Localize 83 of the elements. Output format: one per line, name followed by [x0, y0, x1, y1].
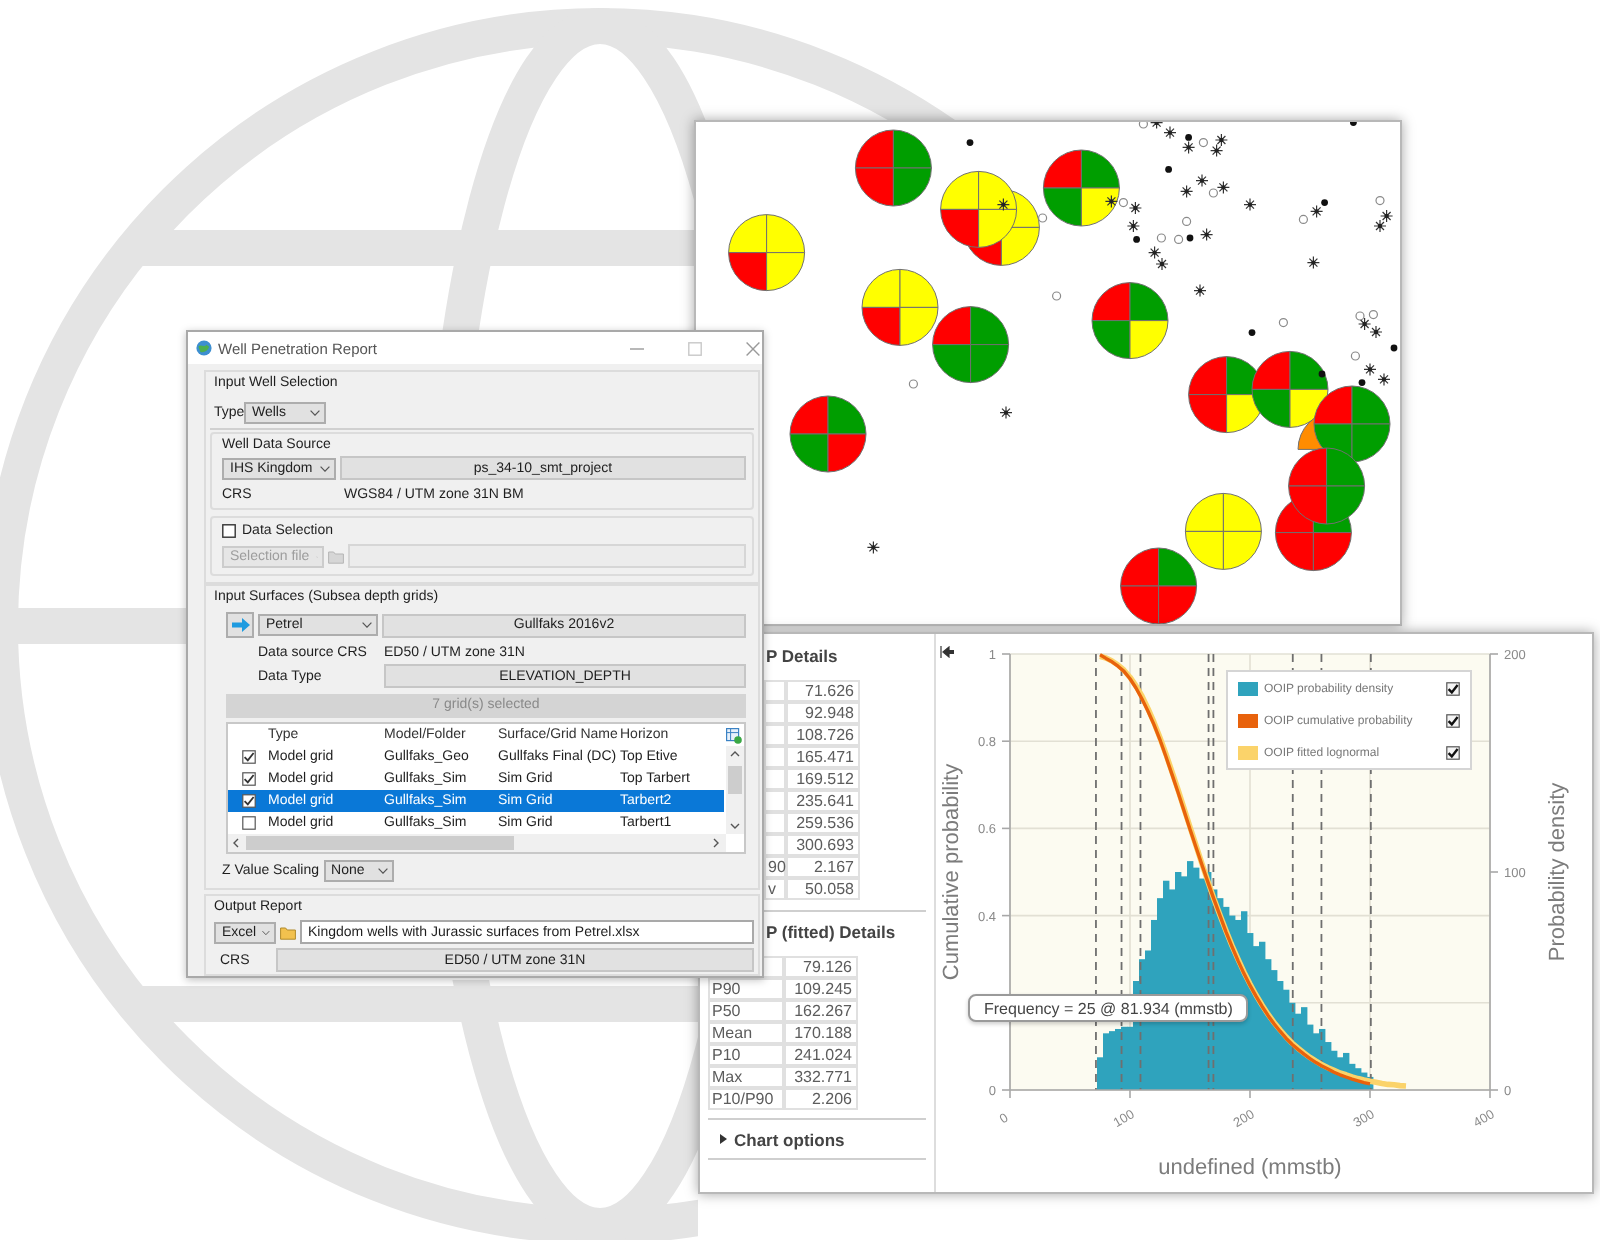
legend-checkbox[interactable]: [1446, 746, 1460, 760]
axis-title: Cumulative probability: [940, 763, 964, 981]
table-cell: 92.948: [786, 702, 860, 724]
well-symbol-icon: [996, 198, 1010, 212]
table-cell: v: [764, 878, 786, 900]
table-cell: [764, 680, 786, 702]
table-cell: P90: [708, 978, 784, 1000]
well-symbol-icon: [1038, 213, 1048, 223]
well-symbol-icon: [1306, 256, 1320, 270]
well-symbol-icon: [908, 379, 918, 389]
table-cell: [764, 724, 786, 746]
table-cell: 162.267: [784, 1000, 858, 1022]
table-cell: P10: [708, 1044, 784, 1066]
horizontal-scrollbar[interactable]: [228, 834, 726, 852]
well-symbol-icon: [1133, 236, 1140, 243]
table-cell: 79.126: [784, 956, 858, 978]
table-cell: [764, 834, 786, 856]
chevron-down-icon: [362, 622, 372, 628]
table-cell: 2.206: [784, 1088, 858, 1110]
chevron-down-icon: [377, 867, 388, 873]
table-cell: 108.726: [786, 724, 860, 746]
table-cell: 109.245: [784, 978, 858, 1000]
well-symbol-icon: [1248, 329, 1256, 336]
checkbox[interactable]: [241, 794, 255, 808]
column-chooser-icon[interactable]: [726, 727, 742, 743]
legend-checkbox[interactable]: [1446, 714, 1460, 728]
right-arrow-icon: [231, 618, 249, 632]
table-cell: 2.167: [786, 856, 860, 878]
axis-title: Probability density: [1546, 782, 1570, 962]
well-symbol-icon: [1278, 318, 1288, 328]
checkbox[interactable]: [222, 523, 236, 537]
app-icon: [196, 340, 212, 356]
tooltip: Frequency = 25 @ 81.934 (mmstb): [968, 994, 1249, 1022]
table-cell: P50: [708, 1000, 784, 1022]
well-symbol-icon: [1375, 196, 1385, 206]
well-symbol-icon: [1350, 351, 1360, 361]
well-symbol-icon: [1052, 291, 1062, 301]
table-cell: [764, 790, 786, 812]
table-cell: [764, 812, 786, 834]
table-cell: 300.693: [786, 834, 860, 856]
table-cell: 332.771: [784, 1066, 858, 1088]
well-symbol-icon: [1165, 166, 1172, 173]
well-symbol-icon: [999, 406, 1013, 420]
chart-options-toggle[interactable]: Chart options: [718, 1128, 845, 1150]
folder-icon[interactable]: [280, 925, 296, 939]
arrow-button[interactable]: [226, 612, 254, 638]
table-cell: 235.641: [786, 790, 860, 812]
checkbox[interactable]: [241, 816, 255, 830]
checkbox[interactable]: [241, 772, 255, 786]
well-symbol-icon: [866, 540, 880, 554]
well-symbol-icon: [1358, 379, 1366, 386]
well-symbol-icon: [1390, 344, 1398, 352]
well-symbol-icon: [1193, 284, 1207, 298]
collapse-arrow-icon[interactable]: [940, 646, 954, 658]
file-path-field[interactable]: [348, 544, 746, 568]
well-symbol-icon: [1126, 219, 1140, 233]
chevron-down-icon: [310, 409, 320, 415]
table-cell: [764, 702, 786, 724]
well-symbol-icon: [1200, 228, 1214, 242]
well-symbol-icon: [1318, 370, 1326, 378]
legend-checkbox[interactable]: [1446, 682, 1460, 696]
checkbox[interactable]: [241, 750, 255, 764]
table-cell: 169.512: [786, 768, 860, 790]
table-cell: 165.471: [786, 746, 860, 768]
well-symbol-icon: [966, 139, 974, 146]
table-cell: 50.058: [786, 878, 860, 900]
table-cell: 71.626: [786, 680, 860, 702]
table-cell: 259.536: [786, 812, 860, 834]
table-cell: [764, 768, 786, 790]
table-cell: [764, 746, 786, 768]
table-cell: 170.188: [784, 1022, 858, 1044]
section-heading: P Details: [766, 645, 838, 667]
vertical-scrollbar[interactable]: [726, 746, 744, 834]
chevron-down-icon: [320, 465, 330, 471]
table-cell: Max: [708, 1066, 784, 1088]
chevron-down-icon: [262, 929, 270, 935]
table-cell: P10/P90: [708, 1088, 784, 1110]
well-symbol-icon: [1243, 198, 1257, 212]
axis-title: undefined (mmstb): [1158, 1156, 1342, 1180]
section-heading: P (fitted) Details: [766, 922, 896, 944]
table-cell: Mean: [708, 1022, 784, 1044]
close-icon[interactable]: [746, 341, 760, 355]
table-cell: 241.024: [784, 1044, 858, 1066]
